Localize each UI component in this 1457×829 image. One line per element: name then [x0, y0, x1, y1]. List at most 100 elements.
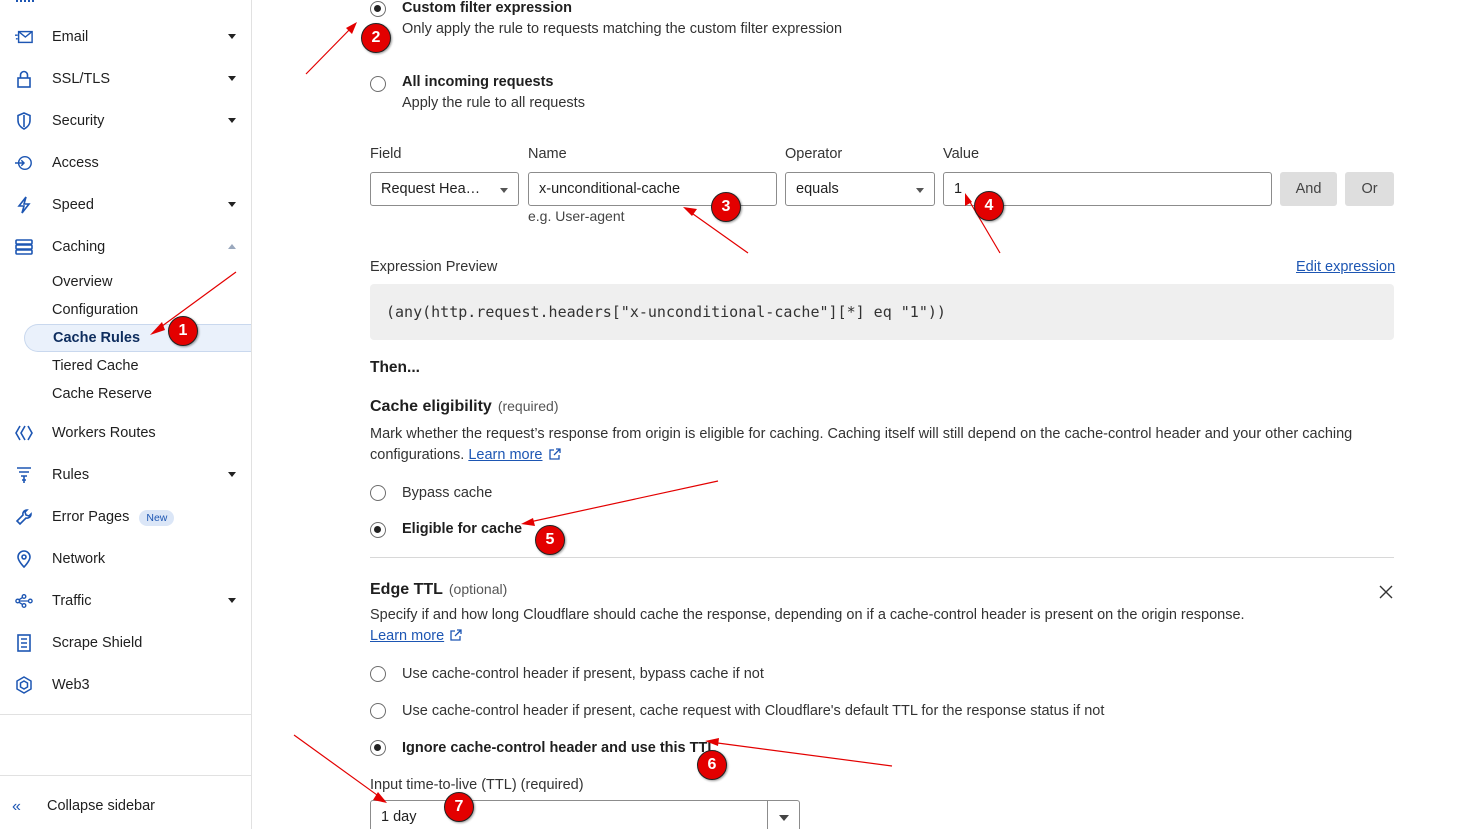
new-badge: New — [139, 510, 175, 526]
ttl-option-bypass-radio[interactable] — [370, 666, 386, 682]
ttl-option-ignore-radio[interactable] — [370, 740, 386, 756]
sidebar-item-label: Caching — [52, 239, 106, 255]
operator-select-value: equals — [796, 181, 839, 197]
value-input-value: 1 — [954, 181, 963, 197]
workers-icon — [14, 424, 34, 442]
all-requests-desc: Apply the rule to all requests — [402, 95, 585, 111]
cache-eligibility-title: Cache eligibility — [370, 398, 492, 415]
ttl-select[interactable]: 1 day — [370, 800, 800, 829]
chevron-down-icon — [500, 188, 508, 193]
chevron-up-icon — [228, 244, 236, 249]
lock-icon — [14, 70, 34, 88]
sidebar-item-access[interactable]: Access — [0, 147, 251, 179]
ttl-input-label: Input time-to-live (TTL) (required) — [370, 777, 584, 793]
chevron-down-icon — [228, 34, 236, 39]
all-requests-title: All incoming requests — [402, 74, 554, 90]
chevron-down-icon — [228, 118, 236, 123]
ttl-select-value: 1 day — [381, 809, 417, 825]
annotation-marker-6: 6 — [697, 750, 727, 780]
sidebar-item-label: Scrape Shield — [52, 635, 143, 651]
sidebar-item-label: Network — [52, 551, 106, 567]
lightning-icon — [14, 196, 34, 214]
document-icon — [14, 634, 34, 652]
sidebar-item-label: Web3 — [52, 677, 90, 693]
sidebar-item-scrape-shield[interactable]: Scrape Shield — [0, 627, 251, 659]
header-name-hint: e.g. User-agent — [528, 208, 625, 224]
wrench-icon — [14, 508, 34, 526]
value-label: Value — [943, 146, 980, 162]
annotation-marker-4: 4 — [974, 191, 1004, 221]
sidebar-item-web3[interactable]: Web3 — [0, 669, 251, 701]
annotation-marker-1: 1 — [168, 316, 198, 346]
sidebar-item-caching[interactable]: Caching — [0, 231, 251, 263]
chevron-down-icon — [916, 188, 924, 193]
all-requests-radio[interactable] — [370, 76, 386, 92]
annotation-marker-5: 5 — [535, 525, 565, 555]
sidebar-subitem-cache-reserve[interactable]: Cache Reserve — [24, 380, 251, 408]
sidebar-subitem-overview[interactable]: Overview — [24, 268, 251, 296]
sidebar-item-network[interactable]: Network — [0, 543, 251, 575]
sidebar-item-speed[interactable]: Speed — [0, 189, 251, 221]
ttl-option-ignore-label: Ignore cache-control header and use this… — [402, 740, 717, 756]
edge-ttl-desc: Specify if and how long Cloudflare shoul… — [370, 605, 1400, 647]
sidebar-item-email[interactable]: Email — [0, 21, 251, 53]
collapse-sidebar-button[interactable]: « Collapse sidebar — [0, 790, 251, 822]
double-chevron-left-icon: « — [12, 798, 21, 815]
field-select-value: Request Hea… — [381, 181, 481, 197]
external-link-icon — [548, 448, 561, 460]
header-name-value: x-unconditional-cache — [539, 181, 681, 197]
optional-tag: (optional) — [448, 581, 508, 597]
expression-preview-code: (any(http.request.headers["x-uncondition… — [370, 284, 1394, 340]
sidebar-top-icon-partial — [16, 0, 34, 2]
cache-eligibility-desc: Mark whether the request’s response from… — [370, 424, 1400, 466]
ttl-option-bypass-label: Use cache-control header if present, byp… — [402, 666, 764, 682]
sidebar-item-rules[interactable]: Rules — [0, 459, 251, 491]
chevron-down-icon[interactable] — [767, 801, 799, 829]
edit-expression-link[interactable]: Edit expression — [1296, 259, 1395, 275]
external-link-icon — [450, 629, 462, 641]
chevron-down-icon — [228, 598, 236, 603]
field-label: Field — [370, 146, 402, 162]
cache-eligibility-heading: Cache eligibility (required) — [370, 398, 559, 416]
server-stack-icon — [14, 238, 34, 256]
sidebar-item-traffic[interactable]: Traffic — [0, 585, 251, 617]
ttl-option-default-label: Use cache-control header if present, cac… — [402, 703, 1105, 719]
edge-ttl-desc-text: Specify if and how long Cloudflare shoul… — [370, 607, 1245, 623]
operator-select[interactable]: equals — [785, 172, 935, 206]
custom-filter-title: Custom filter expression — [402, 0, 573, 16]
expression-preview-label: Expression Preview — [370, 259, 498, 275]
bypass-cache-radio[interactable] — [370, 485, 386, 501]
sidebar-item-security[interactable]: Security — [0, 105, 251, 137]
sidebar-subitem-tiered-cache[interactable]: Tiered Cache — [24, 352, 251, 380]
shield-icon — [14, 112, 34, 130]
sidebar: Email SSL/TLS Security Access Speed Cach… — [0, 0, 252, 829]
sidebar-divider — [0, 775, 251, 776]
sidebar-subitem-configuration[interactable]: Configuration — [24, 296, 251, 324]
annotation-marker-2: 2 — [361, 23, 391, 53]
edge-ttl-title: Edge TTL — [370, 581, 443, 598]
learn-more-link[interactable]: Learn more — [468, 447, 542, 463]
ttl-option-default-radio[interactable] — [370, 703, 386, 719]
sidebar-item-label: Access — [52, 155, 99, 171]
cache-eligibility-desc-line2: configurations. — [370, 447, 465, 463]
collapse-sidebar-label: Collapse sidebar — [47, 798, 156, 814]
learn-more-link[interactable]: Learn more — [370, 628, 444, 644]
chevron-down-icon — [228, 202, 236, 207]
sidebar-subitem-cache-rules[interactable]: Cache Rules — [24, 324, 251, 352]
sidebar-item-label: Traffic — [52, 593, 92, 609]
eligible-for-cache-label: Eligible for cache — [402, 521, 523, 537]
operator-label: Operator — [785, 146, 843, 162]
sidebar-item-label: SSL/TLS — [52, 71, 111, 87]
sidebar-item-ssl-tls[interactable]: SSL/TLS — [0, 63, 251, 95]
sidebar-item-workers-routes[interactable]: Workers Routes — [0, 417, 251, 449]
sidebar-item-error-pages[interactable]: Error Pages New — [0, 501, 251, 533]
close-icon[interactable] — [1378, 584, 1394, 600]
field-select[interactable]: Request Hea… — [370, 172, 519, 206]
eligible-for-cache-radio[interactable] — [370, 522, 386, 538]
or-button[interactable]: Or — [1345, 172, 1394, 206]
custom-filter-radio[interactable] — [370, 1, 386, 17]
and-button[interactable]: And — [1280, 172, 1337, 206]
sidebar-item-label: Speed — [52, 197, 94, 213]
sidebar-divider — [0, 714, 251, 715]
access-icon — [14, 154, 34, 172]
